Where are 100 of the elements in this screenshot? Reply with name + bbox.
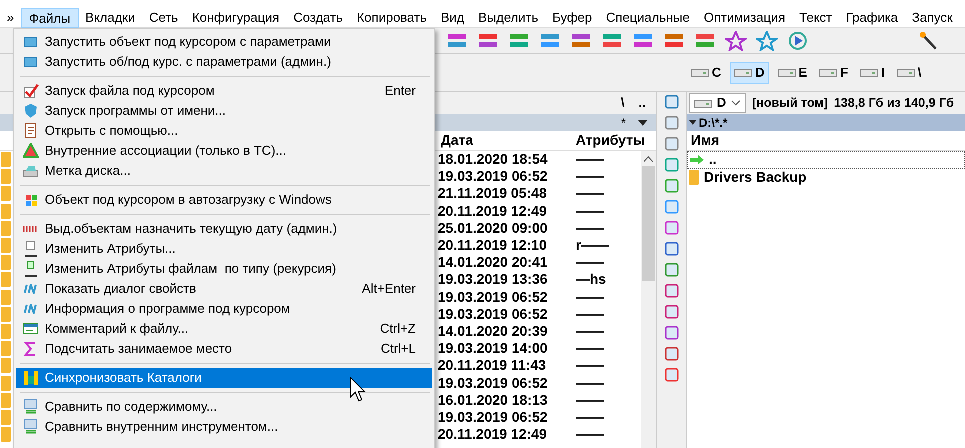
menu-item[interactable]: Открыть с помощью... [16, 121, 432, 141]
toolbar-icon[interactable] [664, 199, 680, 215]
menu-item[interactable]: Конфигурация [185, 8, 287, 28]
calendar-icon [23, 225, 39, 233]
nav-button[interactable]: \ [621, 93, 625, 113]
table-cell-text: 14.01.2020 20:39 [438, 322, 549, 341]
table-cell-text: —— [576, 218, 604, 238]
table-cell-text: 18.01.2020 18:54 [438, 151, 549, 170]
menu-item[interactable]: Синхронизовать Каталоги [16, 368, 432, 388]
table-cell-text: 19.03.2019 06:52 [438, 374, 549, 393]
file-row[interactable]: Drivers Backup [687, 168, 965, 186]
toolbar-icon[interactable] [664, 220, 680, 236]
table-cell-text: 25.01.2020 09:00 [438, 218, 549, 238]
chevron-down-icon [731, 100, 742, 106]
path-bar[interactable]: D:\*.* [699, 114, 728, 132]
menu-item[interactable]: Специальные [599, 8, 697, 28]
folder-icon [1, 392, 11, 408]
toolbar-icon[interactable] [664, 157, 680, 173]
folder-icon [1, 186, 11, 202]
menu-item[interactable]: Графика [839, 8, 906, 28]
toolbar-icon[interactable] [664, 367, 680, 383]
menu-item[interactable]: Запустить об/под курс. с параметрами (админ.) [16, 52, 432, 72]
folder-icon [1, 306, 11, 322]
drive-button[interactable]: I [857, 62, 888, 84]
nav-button[interactable]: .. [638, 93, 646, 113]
menu-item[interactable]: Текст [792, 8, 840, 28]
table-cell-text: —— [576, 184, 604, 204]
toolbar-icon[interactable] [664, 262, 680, 278]
star-icon[interactable] [756, 30, 778, 50]
menu-item[interactable]: Объект под курсором в автозагрузку с Windows [16, 190, 432, 210]
drive-button[interactable]: C [688, 62, 724, 84]
menu-item[interactable]: Подсчитать занимаемое место Ctrl+L [16, 339, 432, 359]
table-cell-text: —— [576, 151, 604, 170]
menu-item[interactable]: Сравнить внутренним инструментом... [16, 417, 432, 437]
wand-icon[interactable] [918, 30, 940, 50]
menu-item[interactable]: Файлы [21, 8, 79, 28]
toolbar-icon[interactable] [664, 283, 680, 299]
menu-item[interactable]: Сеть [142, 8, 186, 28]
toolbar-icon[interactable] [664, 325, 680, 341]
toolbar-icon[interactable] [664, 94, 680, 110]
toolbar-icon[interactable] [664, 115, 680, 131]
info-icon [23, 284, 39, 294]
menu-item[interactable]: Комментарий к файлу... Ctrl+Z [16, 319, 432, 339]
menu-item[interactable]: Запустить объект под курсором с параметрами [16, 32, 432, 52]
menu-item[interactable]: Создать [286, 8, 350, 28]
column-header[interactable]: Имя [691, 130, 720, 151]
folder-icon [1, 272, 11, 288]
menu-item[interactable]: Выделить [472, 8, 546, 28]
menu-item[interactable]: Информация о программе под курсором [16, 299, 432, 319]
menu-item[interactable]: Копировать [350, 8, 434, 28]
drive-button[interactable]: D [730, 62, 769, 84]
toolbar-icon[interactable] [664, 178, 680, 194]
menu-item[interactable]: Внутренние ассоциации (только в TC)... [16, 141, 432, 161]
star-icon[interactable] [725, 30, 747, 50]
drive-icon [734, 68, 752, 77]
menu-item[interactable]: Запуск [905, 8, 960, 28]
file-name: Drivers Backup [704, 168, 807, 187]
menu-item[interactable]: Вид [434, 8, 472, 28]
drive-dropdown[interactable]: D [689, 93, 746, 113]
toolbar-icon[interactable] [664, 304, 680, 320]
drive-button[interactable]: F [816, 62, 852, 84]
menu-item[interactable]: Метка диска... [16, 161, 432, 181]
drive-button[interactable]: E [774, 62, 810, 84]
toolbar-icon[interactable] [664, 241, 680, 257]
file-row[interactable]: .. [687, 151, 965, 168]
dropdown-arrow-icon[interactable] [638, 120, 648, 126]
scroll-up-icon[interactable] [644, 156, 653, 162]
table-cell-text: 20.11.2019 12:10 [438, 236, 548, 256]
scrollbar[interactable] [641, 151, 656, 448]
menu-item[interactable]: » [0, 8, 22, 28]
column-header[interactable]: Дата [441, 130, 576, 151]
menu-item[interactable]: Оптимизация [696, 8, 792, 28]
folder-icon [1, 152, 11, 168]
table-cell-text: —— [576, 390, 604, 410]
attributes-icon [23, 261, 39, 277]
menu-item[interactable]: Вкладки [78, 8, 142, 28]
toolbar-icon[interactable] [664, 346, 680, 362]
compare-icon [23, 419, 39, 435]
menu-item[interactable]: Показать диалог свойств Alt+Enter [16, 279, 432, 299]
table-cell-text: 19.03.2019 06:52 [438, 288, 549, 307]
table-cell-text: —— [576, 288, 604, 307]
column-header[interactable]: Атрибуты [576, 130, 646, 151]
menu-item[interactable]: Запуск файла под курсором Enter [16, 81, 432, 101]
play-icon[interactable] [787, 30, 809, 50]
menu-item[interactable]: Буфер [546, 8, 600, 28]
windows-logo-icon [23, 192, 39, 208]
menu-item[interactable]: Запуск программы от имени... [16, 101, 432, 121]
filter-button[interactable]: * [621, 114, 626, 132]
toolbar-icon[interactable] [664, 136, 680, 152]
folder-icon [689, 170, 699, 185]
menu-item[interactable]: Изменить Атрибуты файлам по типу (рекурсия) [16, 259, 432, 279]
folder-icon [1, 238, 11, 254]
table-cell-text: 21.11.2019 05:48 [438, 184, 548, 204]
menu-item[interactable]: Сравнить по содержимому... [16, 397, 432, 417]
folder-icon [1, 169, 11, 184]
dropdown-arrow-icon[interactable] [689, 120, 697, 125]
menu-item[interactable]: Выд.объектам назначить текущую дату (админ.) [16, 219, 432, 239]
menu-item[interactable]: Изменить Атрибуты... [16, 239, 432, 259]
drive-button[interactable]: \ [894, 62, 925, 84]
table-cell-text: 14.01.2020 20:41 [438, 253, 549, 272]
